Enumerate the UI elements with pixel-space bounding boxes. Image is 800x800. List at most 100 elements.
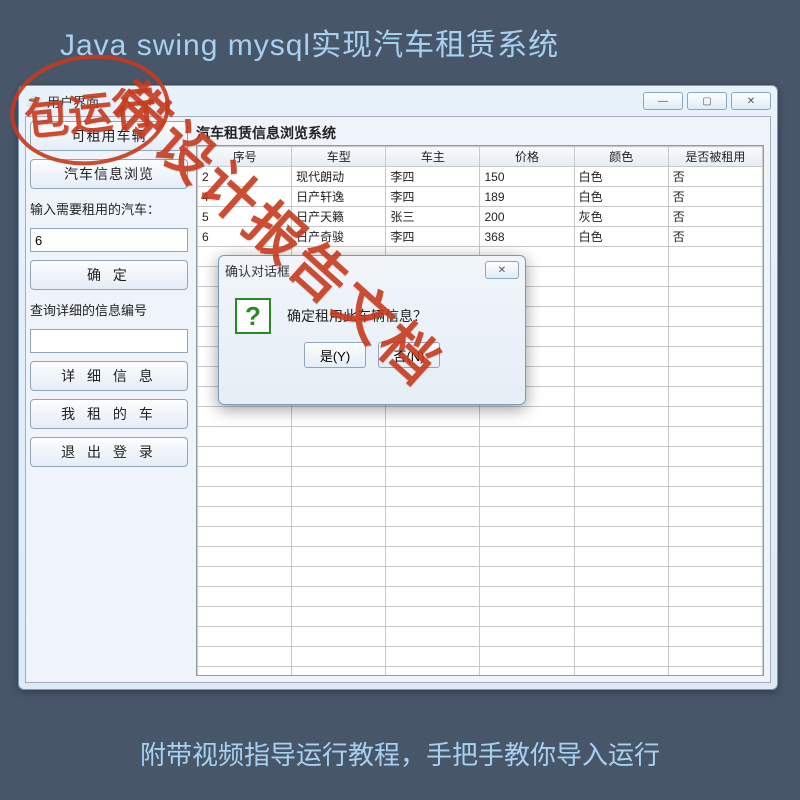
table-cell: 否 [668, 207, 762, 227]
table-cell [198, 587, 292, 607]
table-cell [574, 307, 668, 327]
no-button[interactable]: 否(N) [378, 342, 440, 368]
table-cell [668, 407, 762, 427]
table-cell [574, 607, 668, 627]
column-header[interactable]: 颜色 [574, 147, 668, 167]
table-cell [480, 407, 574, 427]
table-cell [574, 627, 668, 647]
table-cell: 白色 [574, 167, 668, 187]
table-cell [292, 427, 386, 447]
table-row [198, 527, 763, 547]
table-cell [198, 427, 292, 447]
column-header[interactable]: 是否被租用 [668, 147, 762, 167]
table-cell: 200 [480, 207, 574, 227]
table-cell [386, 627, 480, 647]
table-cell [668, 507, 762, 527]
table-cell [668, 487, 762, 507]
table-cell [480, 507, 574, 527]
dialog-body: ? 确定租用此车辆信息？ [219, 284, 525, 342]
detail-button[interactable]: 详 细 信 息 [30, 361, 188, 391]
table-row [198, 407, 763, 427]
table-cell: 白色 [574, 227, 668, 247]
column-header[interactable]: 价格 [480, 147, 574, 167]
table-row [198, 487, 763, 507]
window-controls: — ▢ ✕ [643, 92, 771, 110]
table-cell [198, 527, 292, 547]
column-header[interactable]: 车型 [292, 147, 386, 167]
rentable-cars-button[interactable]: 可租用车辆 [30, 121, 188, 151]
table-cell [574, 647, 668, 667]
table-row[interactable]: 6日产奇骏李四368白色否 [198, 227, 763, 247]
question-icon: ? [235, 298, 271, 334]
dialog-close-button[interactable]: ✕ [485, 261, 519, 279]
table-cell [574, 327, 668, 347]
table-cell [668, 287, 762, 307]
column-header[interactable]: 车主 [386, 147, 480, 167]
table-cell [668, 527, 762, 547]
table-cell [480, 447, 574, 467]
table-cell [574, 427, 668, 447]
window-title: 用户界面 [47, 92, 643, 111]
table-cell: 368 [480, 227, 574, 247]
table-cell [574, 667, 668, 677]
table-cell [292, 467, 386, 487]
table-cell [574, 587, 668, 607]
table-cell [292, 567, 386, 587]
panel-title: 汽车租赁信息浏览系统 [196, 123, 336, 143]
table-cell [574, 407, 668, 427]
table-cell: 张三 [386, 207, 480, 227]
logout-button[interactable]: 退 出 登 录 [30, 437, 188, 467]
query-id-input[interactable] [30, 329, 188, 353]
table-cell: 否 [668, 227, 762, 247]
table-cell [480, 627, 574, 647]
rent-input-label: 输入需要租用的汽车： [30, 197, 188, 220]
banner-top: Java swing mysql实现汽车租赁系统 [0, 0, 800, 74]
table-cell [292, 667, 386, 677]
table-cell [480, 467, 574, 487]
table-row[interactable]: 4日产轩逸李四189白色否 [198, 187, 763, 207]
titlebar: ☕ 用户界面 — ▢ ✕ [19, 86, 777, 116]
table-row[interactable]: 5日产天籁张三200灰色否 [198, 207, 763, 227]
confirm-button[interactable]: 确 定 [30, 260, 188, 290]
banner-bottom: 附带视频指导运行教程，手把手教你导入运行 [0, 735, 800, 772]
my-car-button[interactable]: 我 租 的 车 [30, 399, 188, 429]
table-cell: 否 [668, 187, 762, 207]
table-row[interactable]: 2现代朗动李四150白色否 [198, 167, 763, 187]
table-cell [386, 567, 480, 587]
confirm-dialog: 确认对话框 ✕ ? 确定租用此车辆信息？ 是(Y) 否(N) [218, 255, 526, 405]
dialog-message: 确定租用此车辆信息？ [287, 306, 427, 326]
table-cell [386, 607, 480, 627]
table-cell [292, 607, 386, 627]
table-cell [386, 587, 480, 607]
table-row [198, 507, 763, 527]
table-cell [386, 507, 480, 527]
table-cell [198, 647, 292, 667]
table-cell [198, 547, 292, 567]
column-header[interactable]: 序号 [198, 147, 292, 167]
table-cell [574, 507, 668, 527]
table-cell [386, 427, 480, 447]
table-cell [668, 447, 762, 467]
table-cell [668, 647, 762, 667]
table-cell: 李四 [386, 167, 480, 187]
yes-button[interactable]: 是(Y) [304, 342, 366, 368]
table-cell [386, 647, 480, 667]
browse-info-button[interactable]: 汽车信息浏览 [30, 159, 188, 189]
sidebar: 可租用车辆 汽车信息浏览 输入需要租用的汽车： 确 定 查询详细的信息编号 详 … [30, 121, 188, 467]
table-cell: 2 [198, 167, 292, 187]
table-cell: 李四 [386, 187, 480, 207]
rent-car-input[interactable] [30, 228, 188, 252]
maximize-button[interactable]: ▢ [687, 92, 727, 110]
table-cell [574, 487, 668, 507]
table-cell [574, 547, 668, 567]
table-row [198, 627, 763, 647]
table-cell [668, 567, 762, 587]
table-row [198, 467, 763, 487]
table-cell [574, 567, 668, 587]
table-cell: 6 [198, 227, 292, 247]
table-cell [574, 467, 668, 487]
close-button[interactable]: ✕ [731, 92, 771, 110]
minimize-button[interactable]: — [643, 92, 683, 110]
dialog-title: 确认对话框 [225, 261, 485, 280]
table-cell [292, 587, 386, 607]
